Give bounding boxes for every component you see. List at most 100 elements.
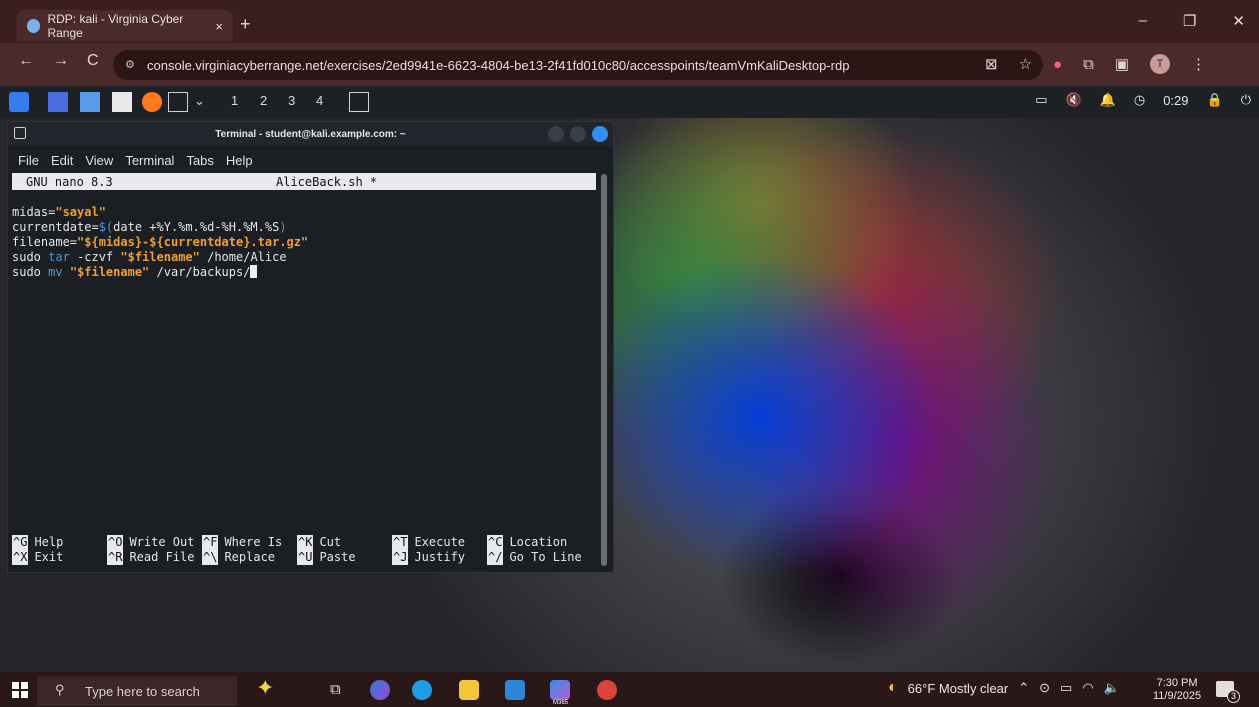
workspace-1[interactable]: 1 bbox=[231, 93, 238, 108]
firefox-icon[interactable] bbox=[142, 92, 162, 112]
taskbar-search[interactable]: ⚲ Type here to search bbox=[37, 676, 237, 706]
edge-icon[interactable] bbox=[412, 680, 432, 700]
maximize-button[interactable] bbox=[570, 126, 586, 142]
notification-bell-icon[interactable]: 🔔 bbox=[1100, 92, 1116, 108]
text-editor-icon[interactable] bbox=[112, 92, 132, 112]
nano-editor-text[interactable]: midas="sayal" currentdate=$(date +%Y.%m.%… bbox=[12, 190, 308, 310]
shortcut-item: ^J Justify bbox=[392, 550, 487, 565]
show-desktop-icon[interactable] bbox=[48, 92, 68, 112]
shortcut-key: ^J bbox=[392, 550, 409, 565]
terminal-task-icon[interactable] bbox=[349, 92, 369, 112]
weather-text[interactable]: 66°F Mostly clear bbox=[908, 681, 1009, 696]
task-view-icon[interactable]: ⧉ bbox=[330, 681, 341, 698]
chevron-down-icon[interactable]: ⌄ bbox=[194, 93, 205, 109]
terminal-scrollbar[interactable] bbox=[601, 174, 607, 566]
nano-filename: AliceBack.sh * bbox=[276, 174, 378, 189]
cast-icon[interactable]: ⊠ bbox=[985, 55, 998, 73]
address-bar[interactable]: ⚙ console.virginiacyberrange.net/exercis… bbox=[113, 50, 1043, 80]
shortcut-label: Location bbox=[509, 535, 568, 549]
code-line: sudo tar -czvf "$filename" /home/Alice bbox=[12, 250, 287, 264]
workspace-4[interactable]: 4 bbox=[316, 93, 323, 108]
code-line: sudo mv "$filename" /var/backups/ bbox=[12, 265, 308, 280]
menu-terminal[interactable]: Terminal bbox=[125, 153, 174, 168]
file-explorer-icon[interactable] bbox=[459, 680, 479, 700]
taskbar-clock[interactable]: 7:30 PM 11/9/2025 bbox=[1153, 677, 1201, 703]
tab-close-icon[interactable]: × bbox=[215, 19, 223, 34]
workspace-2[interactable]: 2 bbox=[260, 93, 267, 108]
terminal-launcher-icon[interactable] bbox=[168, 92, 188, 112]
menu-file[interactable]: File bbox=[18, 153, 39, 168]
split-view-icon[interactable]: ▣ bbox=[1115, 55, 1129, 73]
shortcut-item: ^G Help bbox=[12, 535, 107, 550]
chrome-icon[interactable] bbox=[597, 680, 617, 700]
close-window-icon[interactable]: ✕ bbox=[1232, 12, 1245, 30]
code-line: midas="sayal" bbox=[12, 205, 106, 219]
minimize-icon[interactable]: – bbox=[1139, 12, 1147, 30]
restore-icon[interactable]: ❐ bbox=[1183, 12, 1196, 30]
shortcut-label: Justify bbox=[414, 550, 466, 564]
notification-badge: 3 bbox=[1227, 690, 1240, 703]
copilot-icon[interactable] bbox=[370, 680, 390, 700]
menu-view[interactable]: View bbox=[85, 153, 113, 168]
window-controls: – ❐ ✕ bbox=[1139, 12, 1245, 30]
shortcut-item: ^T Execute bbox=[392, 535, 487, 550]
menu-help[interactable]: Help bbox=[226, 153, 253, 168]
chevron-up-icon[interactable]: ⌃ bbox=[1018, 680, 1029, 696]
shortcut-label: Where Is bbox=[224, 535, 283, 549]
shortcut-item: ^C Location bbox=[487, 535, 582, 550]
bookmark-star-icon[interactable]: ☆ bbox=[1019, 55, 1032, 73]
power-icon[interactable]: ⏻ bbox=[1241, 92, 1251, 108]
workspace-3[interactable]: 3 bbox=[288, 93, 295, 108]
file-manager-icon[interactable] bbox=[80, 92, 100, 112]
mute-icon[interactable]: 🔇 bbox=[1065, 92, 1081, 108]
new-tab-button[interactable]: + bbox=[240, 14, 251, 35]
kali-menu-icon[interactable] bbox=[9, 92, 29, 112]
lock-icon[interactable]: 🔒 bbox=[1207, 92, 1223, 108]
browser-tab[interactable]: RDP: kali - Virginia Cyber Range × bbox=[17, 10, 233, 42]
nano-header: GNU nano 8.3 AliceBack.sh * bbox=[12, 173, 596, 190]
wifi-icon[interactable]: ◠ bbox=[1082, 680, 1093, 696]
shortcut-item: ^/ Go To Line bbox=[487, 550, 582, 565]
terminal-title: Terminal - student@kali.example.com: ~ bbox=[215, 128, 406, 140]
shortcut-key: ^R bbox=[107, 550, 124, 565]
profile-avatar[interactable]: T bbox=[1150, 54, 1170, 74]
shortcut-item: ^F Where Is bbox=[202, 535, 297, 550]
reload-button[interactable]: C bbox=[87, 52, 99, 70]
battery-icon[interactable]: ▭ bbox=[1060, 680, 1072, 696]
windows-start-icon[interactable] bbox=[12, 682, 28, 698]
favicon-icon bbox=[27, 19, 41, 33]
menu-icon[interactable]: ⋮ bbox=[1191, 55, 1206, 73]
back-button[interactable]: ← bbox=[18, 52, 34, 70]
shortcut-label: Paste bbox=[319, 550, 356, 564]
display-icon[interactable]: ▭ bbox=[1035, 92, 1047, 108]
shortcut-row: ^G Help ^O Write Out ^F Where Is ^K Cut ^T Execut… bbox=[12, 535, 582, 550]
menu-tabs[interactable]: Tabs bbox=[186, 153, 213, 168]
shortcut-label: Help bbox=[34, 535, 64, 549]
shortcut-item: ^X Exit bbox=[12, 550, 107, 565]
mail-icon[interactable] bbox=[505, 680, 525, 700]
m365-icon[interactable] bbox=[550, 680, 570, 700]
shortcut-key: ^U bbox=[297, 550, 314, 565]
shortcut-label: Cut bbox=[319, 535, 342, 549]
forward-button[interactable]: → bbox=[53, 52, 69, 70]
shortcut-item: ^K Cut bbox=[297, 535, 392, 550]
shortcut-key: ^F bbox=[202, 535, 219, 550]
menu-edit[interactable]: Edit bbox=[51, 153, 73, 168]
code-line: filename="${midas}-${currentdate}.tar.gz… bbox=[12, 235, 309, 249]
nano-version: GNU nano 8.3 bbox=[26, 174, 113, 189]
minimize-button[interactable] bbox=[548, 126, 564, 142]
close-button[interactable] bbox=[592, 126, 608, 142]
extension-record-icon[interactable]: ● bbox=[1053, 56, 1062, 73]
terminal-menubar: File Edit View Terminal Tabs Help bbox=[8, 150, 613, 170]
meet-now-icon[interactable]: ⊙ bbox=[1039, 680, 1050, 696]
volume-icon[interactable]: 🔈 bbox=[1104, 680, 1120, 696]
extensions-icon[interactable]: ⧉ bbox=[1083, 56, 1094, 73]
shortcut-item: ^U Paste bbox=[297, 550, 392, 565]
site-info-icon[interactable]: ⚙ bbox=[125, 58, 135, 71]
panel-clock[interactable]: 0:29 bbox=[1163, 93, 1188, 108]
url-text: console.virginiacyberrange.net/exercises… bbox=[147, 57, 850, 73]
clock-date: 11/9/2025 bbox=[1153, 690, 1202, 702]
copilot-sparkle-icon[interactable]: ✦ bbox=[256, 675, 274, 701]
terminal-titlebar[interactable]: Terminal - student@kali.example.com: ~ bbox=[8, 122, 613, 146]
code-line: currentdate=$(date +%Y.%m.%d-%H.%M.%S) bbox=[12, 220, 287, 234]
